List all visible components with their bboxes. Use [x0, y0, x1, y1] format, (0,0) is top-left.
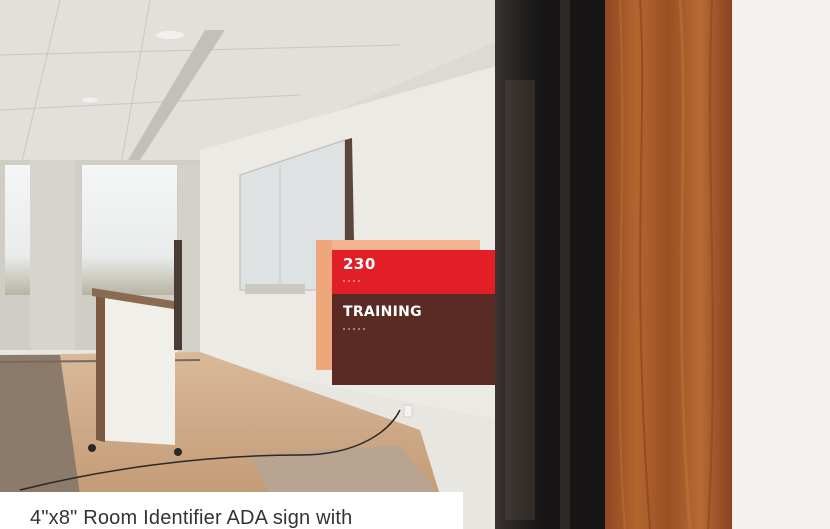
sign-name-panel: TRAINING [332, 294, 495, 385]
caption-box: 4"x8" Room Identifier ADA sign with [0, 492, 463, 529]
braille-number-dots [343, 280, 360, 284]
photo-scene: 230 TRAINING 4"x8" Room Identifier ADA s… [0, 0, 830, 529]
sign-number-panel: 230 [332, 250, 495, 294]
caption-text: 4"x8" Room Identifier ADA sign with [30, 507, 353, 529]
room-number: 230 [343, 255, 376, 273]
room-identifier-sign: 230 TRAINING [332, 250, 495, 385]
room-name: TRAINING [343, 304, 422, 320]
braille-name-dots [343, 328, 365, 332]
